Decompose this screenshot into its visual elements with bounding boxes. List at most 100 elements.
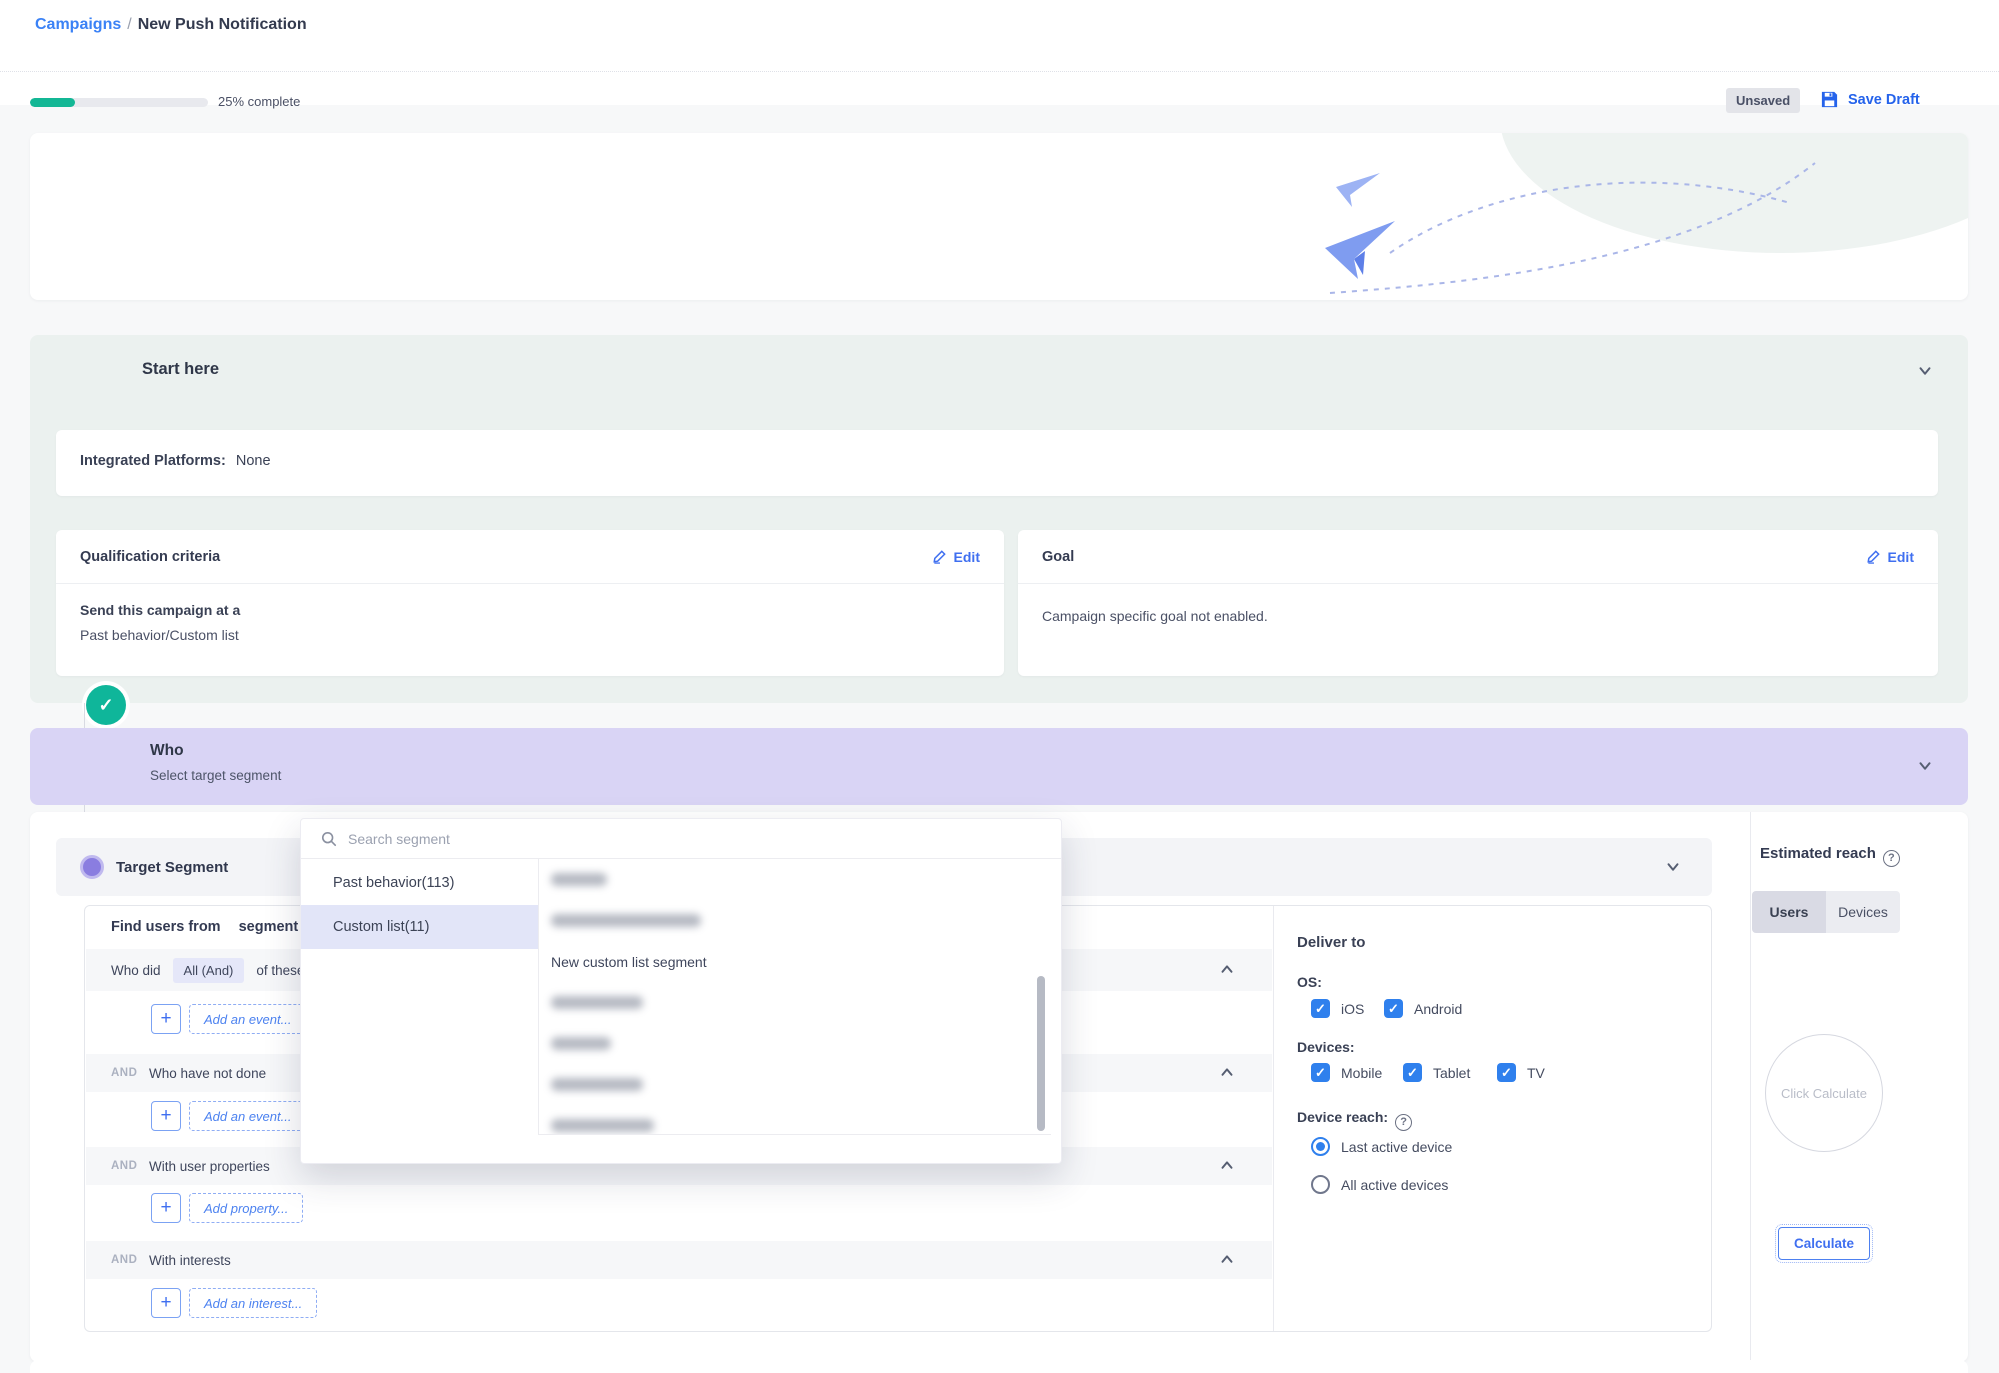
save-draft-button[interactable]: Save Draft [1820,90,1920,109]
device-reach-label: Device reach:? [1297,1109,1412,1131]
condition-pill[interactable]: All (And) [173,958,245,983]
last-active-device-label: Last active device [1341,1139,1452,1155]
header-divider [0,71,1999,72]
calculate-button[interactable]: Calculate [1778,1227,1870,1260]
segment-option-redacted[interactable] [539,1064,1051,1105]
page-title: New Push Notification [138,16,307,33]
add-condition-plus-button[interactable]: + [151,1193,181,1223]
add-condition-plus-button[interactable]: + [151,1288,181,1318]
section-connector [84,703,85,728]
criteria-label: With user properties [149,1159,270,1174]
goal-body: Campaign specific goal not enabled. [1042,608,1268,624]
segment-results-list: New custom list segment [538,859,1051,1135]
paper-plane-illustration [1270,143,1830,300]
start-here-section: ✓ Start here Integrated Platforms: None … [30,335,1968,703]
and-conjunction: AND [111,1160,149,1172]
add-event-button[interactable]: Add an event... [189,1004,306,1034]
ios-checkbox[interactable]: ✓ [1311,999,1330,1018]
ios-label: iOS [1341,1001,1364,1017]
tablet-label: Tablet [1433,1065,1470,1081]
pencil-icon [1866,549,1881,564]
segment-option[interactable]: New custom list segment [539,941,1051,982]
integrated-platforms-value: None [236,453,271,469]
devices-label: Devices: [1297,1039,1355,1055]
segment-dropdown: Past behavior(113) Custom list(11) New c… [300,818,1062,1164]
qualification-edit-button[interactable]: Edit [932,549,980,565]
segment-dot-icon [80,855,104,879]
scrollbar-thumb[interactable] [1037,976,1045,1131]
add-condition-plus-button[interactable]: + [151,1101,181,1131]
qualification-line1: Send this campaign at a [80,602,240,618]
tab-users[interactable]: Users [1752,891,1826,933]
goal-card: Goal Edit Campaign specific goal not ena… [1018,530,1938,676]
segment-option-redacted[interactable] [539,982,1051,1023]
segment-type-trigger[interactable]: segment [239,919,299,935]
collapse-up-icon[interactable] [1218,1251,1236,1269]
qualification-criteria-card: Qualification criteria Edit Send this ca… [56,530,1004,676]
tablet-checkbox[interactable]: ✓ [1403,1063,1422,1082]
sidebar-divider [1750,812,1751,1362]
collapse-up-icon[interactable] [1218,1157,1236,1175]
target-segment-collapse-chevron-icon[interactable] [1664,858,1682,876]
goal-edit-button[interactable]: Edit [1866,549,1914,565]
segment-option-redacted[interactable] [539,1023,1051,1064]
os-label: OS: [1297,974,1322,990]
category-custom-list[interactable]: Custom list(11) [301,905,538,949]
segment-option-redacted[interactable] [539,900,1051,941]
progress-bar [30,98,208,107]
campaign-builder-screen: Campaigns/New Push Notification 25% comp… [0,0,1999,1373]
collapse-up-icon[interactable] [1218,1064,1236,1082]
who-collapse-chevron-icon[interactable] [1916,757,1934,775]
start-here-title: Start here [142,360,219,379]
tab-devices[interactable]: Devices [1826,891,1900,933]
who-title: Who [150,742,184,760]
section-connector [84,805,85,812]
pencil-icon [932,549,947,564]
integrated-platforms-card: Integrated Platforms: None [56,430,1938,496]
add-property-button[interactable]: Add property... [189,1193,303,1223]
segment-option-redacted[interactable] [539,859,1051,900]
android-checkbox[interactable]: ✓ [1384,999,1403,1018]
who-subtitle: Select target segment [150,768,281,783]
next-section-edge [30,1360,1968,1373]
goal-title: Goal [1042,549,1074,565]
add-condition-plus-button[interactable]: + [151,1004,181,1034]
criteria-label: Who have not done [149,1066,266,1081]
last-active-device-radio[interactable] [1311,1137,1330,1156]
find-users-heading: Find users from segment [111,919,298,935]
tv-checkbox[interactable]: ✓ [1497,1063,1516,1082]
who-section-header[interactable]: Who Select target segment [30,728,1968,805]
category-past-behavior[interactable]: Past behavior(113) [301,861,538,905]
segment-option-redacted[interactable] [539,1105,1051,1135]
all-active-devices-radio[interactable] [1311,1175,1330,1194]
mobile-label: Mobile [1341,1065,1382,1081]
all-active-devices-label: All active devices [1341,1177,1448,1193]
deliver-to-title: Deliver to [1297,934,1365,951]
reach-unit-toggle: Users Devices [1752,891,1900,933]
reach-placeholder-circle: Click Calculate [1765,1034,1883,1152]
and-conjunction: AND [111,1067,149,1079]
breadcrumb: Campaigns/New Push Notification [35,16,307,34]
criteria-deliver-divider [1273,906,1274,1331]
breadcrumb-separator: / [121,16,137,33]
add-event-button[interactable]: Add an event... [189,1101,306,1131]
add-interest-button[interactable]: Add an interest... [189,1288,317,1318]
help-icon[interactable]: ? [1395,1114,1412,1131]
and-conjunction: AND [111,1254,149,1266]
campaign-name-card: Name* Select labels [30,133,1968,300]
estimated-reach-title: Estimated reach? [1760,845,1900,867]
start-here-collapse-chevron-icon[interactable] [1916,362,1934,380]
segment-search-input[interactable] [348,831,748,847]
collapse-up-icon[interactable] [1218,961,1236,979]
android-label: Android [1414,1001,1462,1017]
breadcrumb-campaigns-link[interactable]: Campaigns [35,16,121,33]
unsaved-badge: Unsaved [1726,88,1800,113]
target-segment-title: Target Segment [116,859,228,876]
criteria-band: AND With interests [86,1241,1272,1279]
integrated-platforms-label: Integrated Platforms: [80,453,226,469]
save-draft-label: Save Draft [1848,92,1920,108]
search-icon [321,831,337,847]
mobile-checkbox[interactable]: ✓ [1311,1063,1330,1082]
help-icon[interactable]: ? [1883,850,1900,867]
qualification-line2: Past behavior/Custom list [80,627,239,643]
